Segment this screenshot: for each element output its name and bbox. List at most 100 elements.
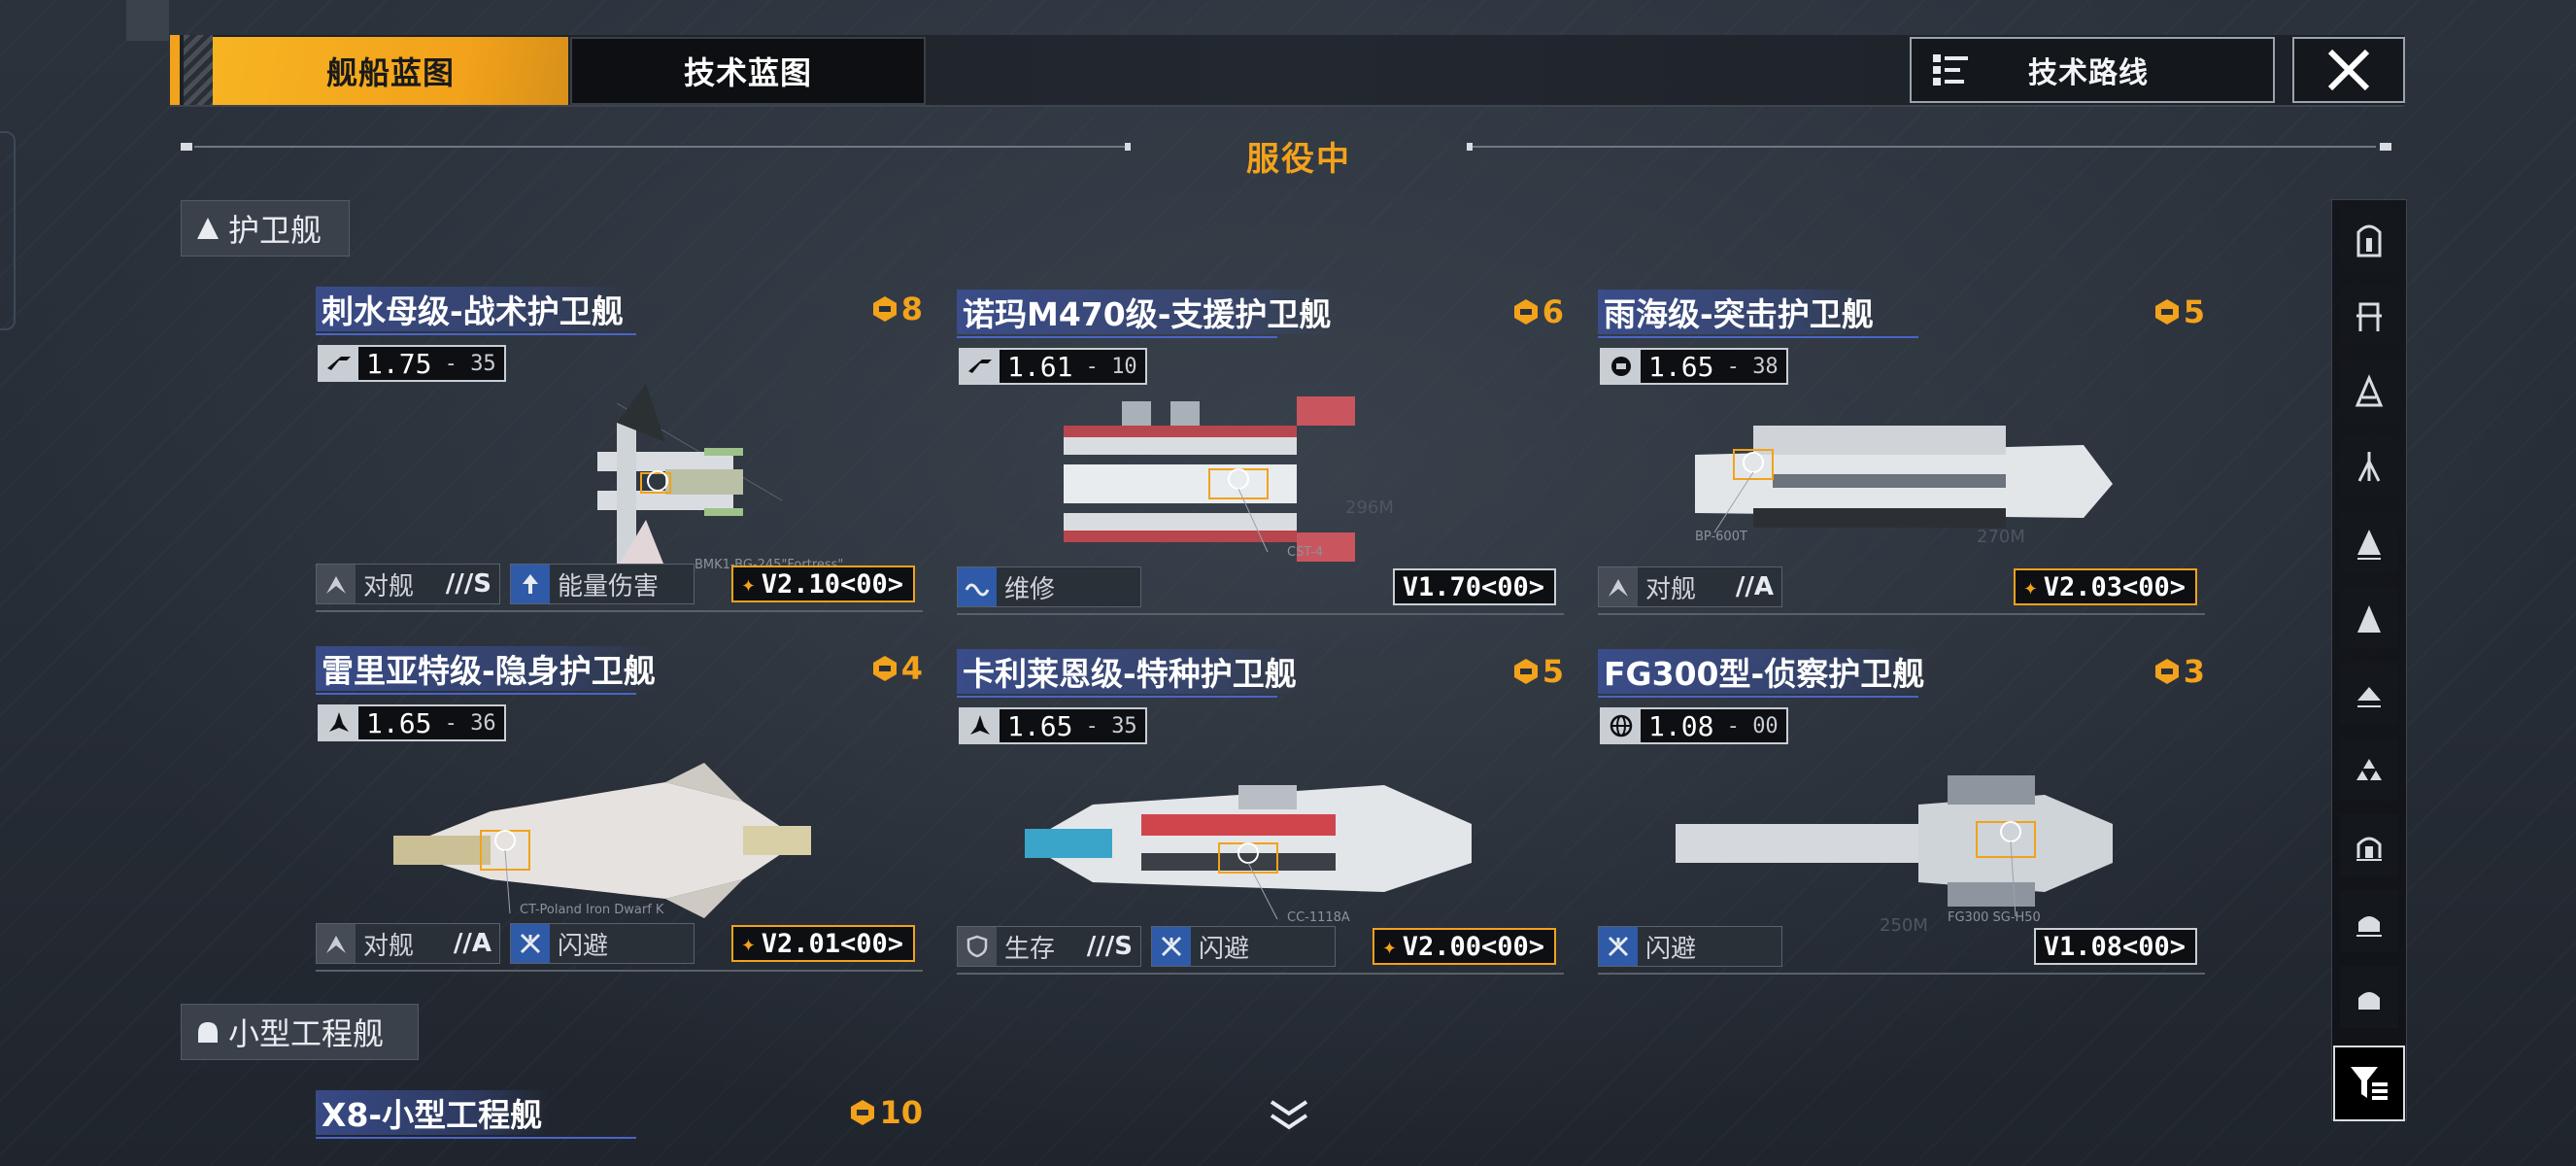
star-icon: ✦ — [2023, 573, 2038, 600]
status-line-dot — [1125, 143, 1131, 151]
tab-hatch-stripe — [184, 35, 213, 105]
speed-icon — [320, 347, 358, 380]
filter-utility[interactable] — [2340, 966, 2398, 1028]
anti-ship-icon — [1599, 567, 1638, 606]
svg-text:BP-600T: BP-600T — [1695, 530, 1747, 544]
title-underline — [957, 696, 1277, 698]
fighter-icon — [320, 706, 358, 739]
energy-icon — [511, 565, 550, 603]
skill-evasion: 闪避 — [1598, 926, 1782, 967]
small-engineering-class-icon — [2356, 916, 2382, 937]
ship-rank: 4 — [870, 650, 923, 687]
filter-fighter-group[interactable] — [2340, 738, 2398, 801]
status-line-dot-left — [181, 143, 192, 151]
ship-card[interactable]: 雨海级-突击护卫舰 5 1.65 - 38 BP-600T 270M 对舰 //… — [1598, 290, 2205, 620]
filter-frigate[interactable] — [2340, 511, 2398, 573]
anti-ship-icon — [317, 565, 356, 603]
ship-title: 诺玛M470级-支援护卫舰 — [957, 290, 1338, 334]
shield-icon — [958, 927, 997, 966]
filter-cruiser[interactable] — [2340, 208, 2398, 270]
ship-card[interactable]: 卡利莱恩级-特种护卫舰 5 1.65 - 35 CC-1118A 生存 ///S — [957, 649, 1564, 979]
close-icon — [2327, 49, 2370, 91]
title-underline — [316, 693, 636, 695]
ship-card[interactable]: 诺玛M470级-支援护卫舰 6 1.61 - 10 CST-4 296M 维修 … — [957, 290, 1564, 620]
ship-stat: 1.08 - 00 — [1600, 707, 1788, 744]
ship-card[interactable]: 雷里亚特级-隐身护卫舰 4 1.65 - 36 CT-Poland Iron D… — [316, 646, 923, 977]
version-tag: V1.70<00> — [1392, 568, 1556, 605]
svg-text:296M: 296M — [1345, 497, 1394, 518]
tab-ship-blueprint[interactable]: 舰船蓝图 — [213, 37, 568, 105]
filter-battlecruiser[interactable] — [2340, 435, 2398, 497]
filter-button[interactable] — [2333, 1046, 2405, 1121]
ship-title: 刺水母级-战术护卫舰 — [316, 287, 629, 331]
svg-text:250M: 250M — [1880, 915, 1928, 936]
corner-mark — [126, 0, 169, 41]
filter-carrier[interactable] — [2340, 360, 2398, 422]
rank-emblem-icon — [851, 1100, 875, 1125]
svg-text:CST-4: CST-4 — [1287, 545, 1323, 560]
card-baseline — [957, 973, 1564, 975]
ship-image: CC-1118A — [1025, 785, 1472, 925]
ship-stat: 1.61 - 10 — [959, 348, 1147, 385]
frigate-class-icon — [2357, 530, 2381, 560]
filter-corvette[interactable] — [2340, 587, 2398, 649]
tab-tech-blueprint[interactable]: 技术蓝图 — [570, 37, 926, 105]
category-label: 护卫舰 — [228, 212, 322, 249]
status-line-left — [194, 146, 1127, 148]
version-tag: ✦ V2.03<00> — [2014, 568, 2197, 605]
corvette-class-icon — [2357, 605, 2381, 633]
repair-icon — [958, 567, 997, 606]
title-underline — [316, 333, 636, 335]
fighter-group-icon — [2356, 759, 2382, 780]
version-tag: ✦ V2.01<00> — [731, 925, 915, 962]
rank-emblem-icon — [2154, 299, 2179, 325]
skill-anti-ship: 对舰 //A — [316, 923, 500, 964]
ship-card[interactable]: FG300型-侦察护卫舰 3 1.08 - 00 FG300 SG-H50 25… — [1598, 649, 2205, 979]
scroll-down-icon[interactable] — [1268, 1096, 1310, 1135]
skill-anti-ship: 对舰 ///S — [316, 564, 500, 604]
destroyer-class-icon — [2356, 302, 2382, 331]
filter-funnel-icon — [2351, 1067, 2388, 1100]
ship-image: CST-4 296M — [1064, 396, 1394, 562]
ship-title: 雨海级-突击护卫舰 — [1598, 290, 1880, 334]
fighter-icon — [961, 709, 1000, 742]
side-handle[interactable] — [0, 131, 16, 330]
card-baseline — [316, 970, 923, 972]
filter-small-engineering[interactable] — [2340, 890, 2398, 952]
tab-accent-stripe — [170, 35, 180, 105]
tree-list-icon — [1912, 52, 1989, 87]
rank-emblem-icon — [2154, 659, 2179, 684]
rank-emblem-icon — [1513, 659, 1538, 684]
title-underline — [1598, 696, 1918, 698]
filter-engineering[interactable] — [2340, 814, 2398, 876]
card-baseline — [316, 610, 923, 612]
category-small-engineering[interactable]: 小型工程舰 — [181, 1004, 419, 1060]
skill-anti-ship: 对舰 //A — [1598, 566, 1782, 607]
skill-repair: 维修 — [957, 566, 1141, 607]
skill-survival: 生存 ///S — [957, 926, 1141, 967]
category-frigate[interactable]: 护卫舰 — [181, 200, 350, 257]
version-tag: ✦ V2.10<00> — [731, 566, 915, 602]
svg-text:270M: 270M — [1977, 527, 2025, 547]
star-icon: ✦ — [741, 570, 756, 598]
ship-image: CT-Poland Iron Dwarf K — [393, 763, 811, 918]
card-baseline — [957, 613, 1564, 615]
ship-stat: 1.65 - 36 — [318, 704, 506, 741]
close-button[interactable] — [2292, 37, 2405, 103]
version-tag: ✦ V2.00<00> — [1373, 928, 1556, 965]
ship-stat: 1.65 - 35 — [959, 707, 1147, 744]
battlecruiser-class-icon — [2357, 452, 2381, 482]
ship-image: BP-600T 270M — [1695, 426, 2113, 547]
ship-stat: 1.75 - 35 — [318, 345, 506, 382]
tech-route-button[interactable]: 技术路线 — [1910, 37, 2275, 103]
svg-text:CC-1118A: CC-1118A — [1287, 910, 1350, 925]
status-in-service: 服役中 — [1246, 140, 1351, 179]
status-line-right — [1473, 146, 2376, 148]
ship-card[interactable]: X8-小型工程舰 10 — [316, 1090, 923, 1166]
version-tag: V1.08<00> — [2033, 928, 2197, 965]
ship-card[interactable]: 刺水母级-战术护卫舰 8 1.75 - 35 BMK1-BG-245"Fortr… — [316, 287, 923, 617]
svg-text:CT-Poland Iron Dwarf K: CT-Poland Iron Dwarf K — [520, 903, 664, 917]
filter-destroyer[interactable] — [2340, 284, 2398, 346]
filter-support[interactable] — [2340, 663, 2398, 725]
ship-image: FG300 SG-H50 250M — [1676, 775, 2113, 936]
